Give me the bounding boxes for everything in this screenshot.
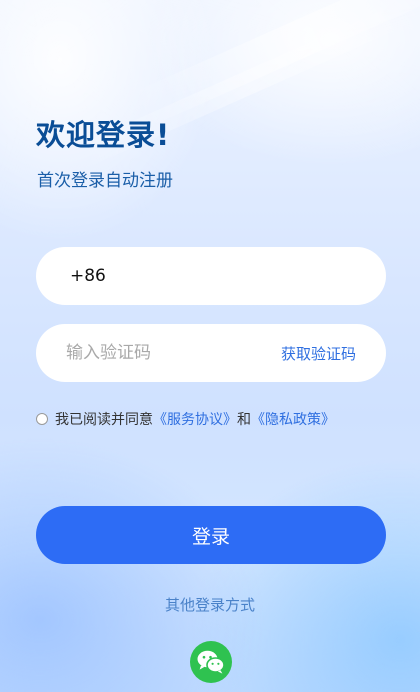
verification-code-input[interactable] [66,343,246,363]
welcome-title: 欢迎登录! [36,118,171,152]
verification-code-field[interactable]: 获取验证码 [36,324,386,382]
login-button[interactable]: 登录 [36,506,386,564]
get-code-button[interactable]: 获取验证码 [281,343,356,364]
privacy-policy-link[interactable]: 《隐私政策》 [251,409,335,429]
wechat-login-button[interactable] [190,641,232,683]
agreement-checkbox[interactable] [36,413,48,425]
subtitle: 首次登录自动注册 [37,171,173,191]
other-login-methods: 其他登录方式 [164,596,255,614]
phone-input[interactable] [105,266,286,286]
agreement-and: 和 [237,412,251,428]
agreement-row: 我已阅读并同意 《服务协议》 和 《隐私政策》 [36,409,335,429]
service-agreement-link[interactable]: 《服务协议》 [153,409,237,429]
phone-field[interactable]: +86 [36,247,386,305]
agreement-text: 我已阅读并同意 [55,412,153,428]
wechat-icon [197,650,225,674]
country-code[interactable]: +86 [70,266,106,286]
